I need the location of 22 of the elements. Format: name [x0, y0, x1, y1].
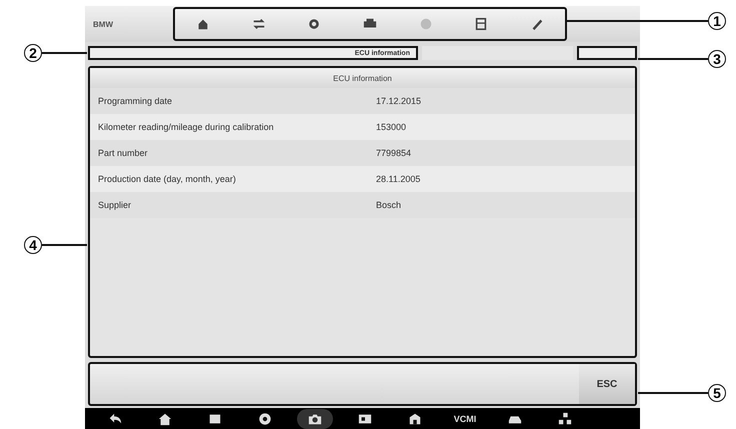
row-label: Programming date	[97, 96, 174, 106]
vcmi-button[interactable]: VCMI	[447, 408, 483, 428]
row-value: 28.11.2005	[375, 174, 420, 184]
esc-button[interactable]: ESC	[579, 364, 635, 404]
status-box	[577, 46, 637, 60]
callout-number: 5	[708, 384, 726, 402]
table-title: ECU information	[90, 68, 635, 88]
row-value: Bosch	[375, 200, 402, 210]
row-label: Kilometer reading/mileage during calibration	[97, 122, 275, 132]
row-label: Supplier	[97, 200, 132, 210]
vehicle-title: BMW	[93, 20, 114, 28]
row-value: 153000	[375, 122, 406, 132]
leader-line	[638, 58, 708, 60]
row-value: 17.12.2015	[375, 96, 422, 106]
callout-number: 1	[708, 12, 726, 30]
callout-number: 3	[708, 50, 726, 68]
callout-number: 4	[24, 236, 42, 254]
camera-icon[interactable]	[297, 408, 333, 428]
row-value: 7799854	[375, 148, 412, 158]
callout-number: 2	[24, 44, 42, 62]
row-label: Production date (day, month, year)	[97, 174, 237, 184]
row-label: Part number	[97, 148, 149, 158]
